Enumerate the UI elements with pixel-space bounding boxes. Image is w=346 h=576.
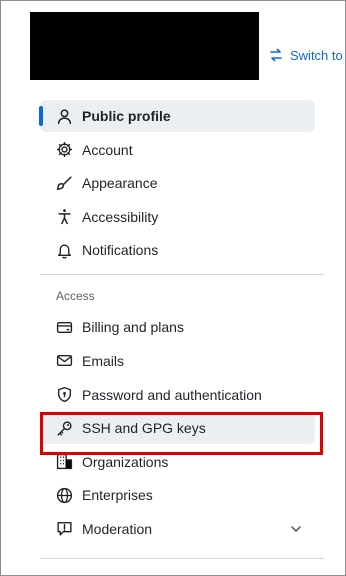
sidebar-item-label: Moderation [82, 520, 153, 537]
credit-card-icon [56, 319, 73, 336]
paintbrush-icon [56, 175, 73, 192]
sidebar-item-password-auth[interactable]: Password and authentication [40, 379, 324, 411]
globe-icon [56, 487, 73, 504]
arrow-switch-icon [268, 47, 284, 63]
accessibility-icon [56, 208, 73, 225]
sidebar-item-accessibility[interactable]: Accessibility [40, 201, 324, 233]
switch-account-link[interactable]: Switch to [268, 47, 343, 63]
shield-lock-icon [56, 386, 73, 403]
sidebar-item-moderation[interactable]: Moderation [40, 513, 324, 545]
sidebar-item-label: Appearance [82, 175, 158, 192]
sidebar-item-emails[interactable]: Emails [40, 345, 324, 377]
sidebar-item-ssh-gpg-keys[interactable]: SSH and GPG keys [40, 412, 315, 445]
sidebar-item-label: Accessibility [82, 208, 159, 225]
organization-icon [56, 453, 73, 470]
report-icon [56, 520, 73, 537]
settings-sidebar: Public profile Account Appearance Access… [39, 100, 324, 547]
sidebar-item-enterprises[interactable]: Enterprises [40, 479, 324, 511]
redacted-user-block [30, 12, 259, 80]
mail-icon [56, 352, 73, 369]
sidebar-item-public-profile[interactable]: Public profile [39, 100, 315, 132]
sidebar-item-label: Public profile [82, 108, 171, 124]
sidebar-item-label: SSH and GPG keys [82, 420, 206, 437]
sidebar-item-label: Password and authentication [82, 386, 262, 403]
sidebar-item-label: Notifications [82, 242, 159, 259]
gear-icon [56, 141, 73, 158]
person-icon [56, 108, 73, 125]
section-divider [40, 274, 324, 276]
sidebar-item-account[interactable]: Account [40, 134, 324, 166]
sidebar-item-label: Billing and plans [82, 319, 184, 336]
switch-account-label: Switch to [290, 47, 343, 63]
sidebar-item-organizations[interactable]: Organizations [40, 446, 324, 478]
sidebar-item-billing[interactable]: Billing and plans [40, 311, 324, 343]
sidebar-item-appearance[interactable]: Appearance [40, 167, 324, 199]
chevron-down-icon[interactable] [288, 521, 304, 537]
access-group-heading: Access [56, 289, 95, 304]
key-icon [56, 420, 73, 437]
sidebar-item-label: Organizations [82, 453, 169, 470]
bottom-divider [40, 558, 324, 559]
sidebar-item-label: Enterprises [82, 487, 153, 504]
sidebar-item-label: Account [82, 141, 133, 158]
sidebar-item-label: Emails [82, 352, 125, 369]
sidebar-item-notifications[interactable]: Notifications [40, 234, 324, 266]
bell-icon [56, 242, 73, 259]
